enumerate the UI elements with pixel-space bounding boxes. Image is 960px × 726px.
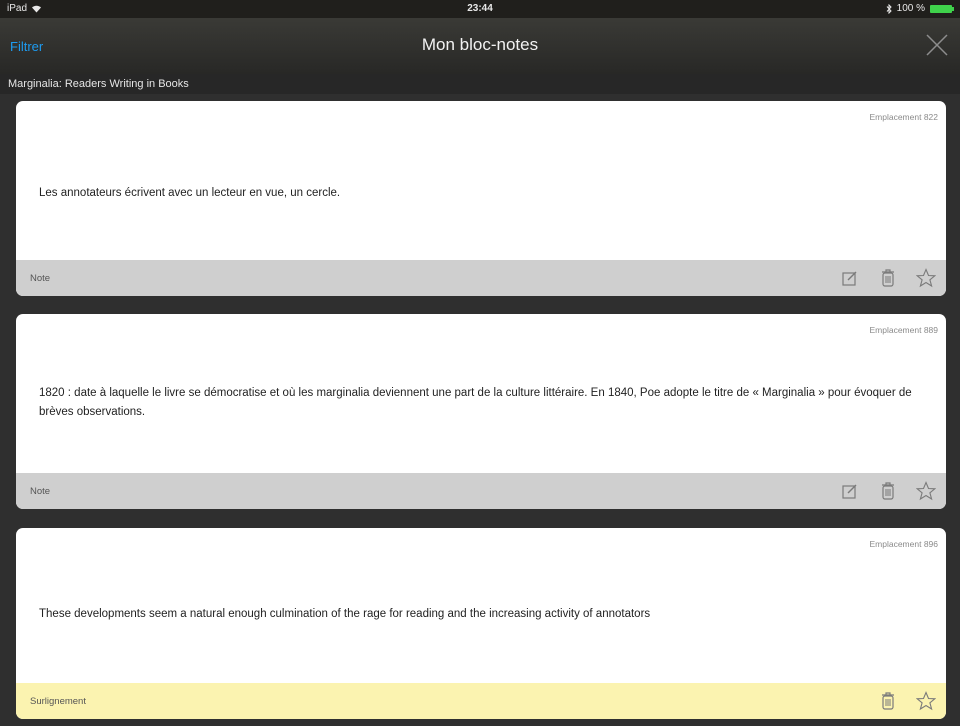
edit-button[interactable] [838,266,862,290]
card-location: Emplacement 896 [869,539,938,549]
card-footer: Surlignement [16,683,946,719]
page-title: Mon bloc-notes [421,35,539,54]
highlight-card[interactable]: Emplacement 896 These developments seem … [16,528,946,719]
card-text: These developments seem a natural enough… [39,608,651,620]
card-actions [876,689,938,713]
favorite-button[interactable] [914,479,938,503]
close-icon [926,34,948,56]
edit-icon [842,271,857,286]
status-right: 100 % [886,3,954,14]
card-text: 1820 : date à laquelle le livre se démoc… [39,387,912,418]
status-bar: iPad 23:44 100 % [0,0,960,18]
book-title: Marginalia: Readers Writing in Books [0,74,960,94]
card-actions [838,266,938,290]
status-time: 23:44 [467,3,493,14]
edit-button[interactable] [838,479,862,503]
card-text: Les annotateurs écrivent avec un lecteur… [39,187,341,199]
battery-percent: 100 % [896,3,925,14]
close-button[interactable] [924,32,950,58]
card-type-label: Note [30,486,51,497]
trash-icon [882,692,894,710]
bluetooth-icon [886,3,892,14]
favorite-button[interactable] [914,689,938,713]
card-actions [838,479,938,503]
delete-button[interactable] [876,479,900,503]
navigation-bar: Filtrer Mon bloc-notes [0,18,960,74]
star-icon [916,268,936,288]
favorite-button[interactable] [914,266,938,290]
star-icon [916,691,936,711]
star-icon [916,481,936,501]
delete-button[interactable] [876,689,900,713]
card-footer: Note [16,473,946,509]
note-card[interactable]: Emplacement 889 1820 : date à laquelle l… [16,314,946,509]
card-location: Emplacement 822 [869,112,938,122]
card-location: Emplacement 889 [869,325,938,335]
trash-icon [882,269,894,287]
delete-button[interactable] [876,266,900,290]
card-type-label: Note [30,273,51,284]
edit-icon [842,484,857,499]
card-footer: Note [16,260,946,296]
battery-icon [930,4,954,13]
note-card[interactable]: Emplacement 822 Les annotateurs écrivent… [16,101,946,296]
trash-icon [882,482,894,500]
card-type-label: Surlignement [30,696,86,707]
